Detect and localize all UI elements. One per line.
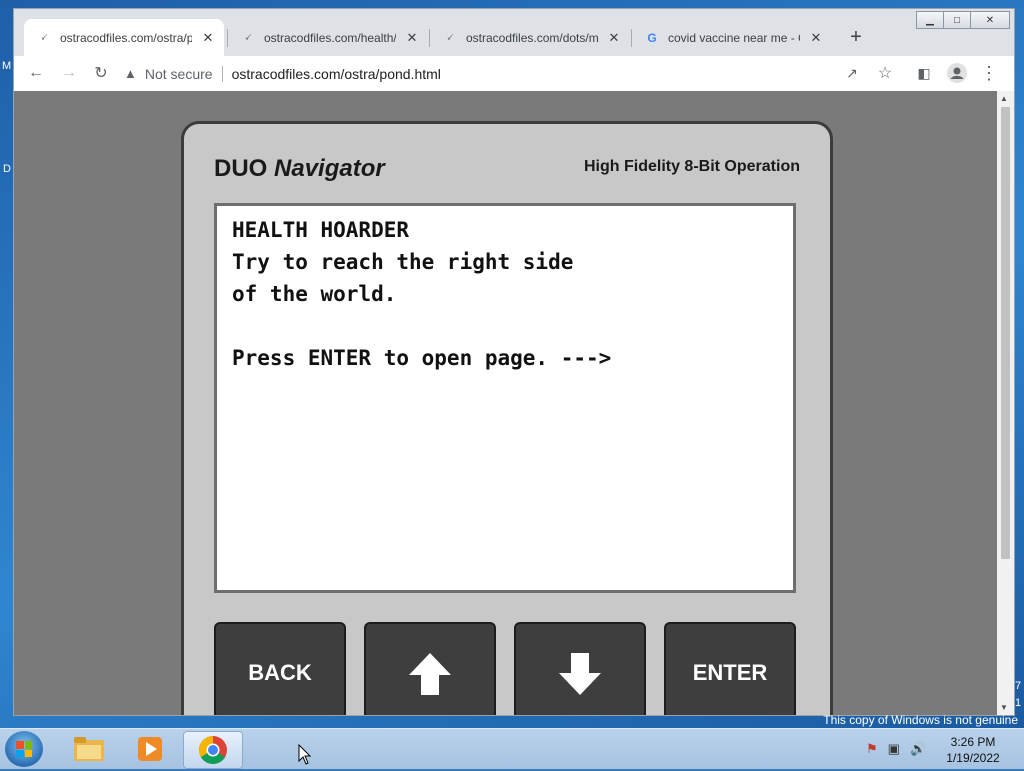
device-keypad: BACK ENTER [214,622,798,715]
desktop-icon-label: M [2,60,12,72]
folder-icon [74,737,104,761]
clock-time: 3:26 PM [950,735,996,749]
tab-title: ostracodfiles.com/dots/m [466,30,598,45]
tab-favicon-icon: 🗸 [39,30,49,44]
tab-dots[interactable]: 🗸 ostracodfiles.com/dots/m ✕ [430,19,630,56]
action-center-icon[interactable]: ⚑ [866,741,878,757]
back-key[interactable]: BACK [214,622,346,715]
chrome-taskbar-button[interactable] [183,731,243,769]
tab-favicon-icon: 🗸 [445,30,455,44]
explorer-taskbar-button[interactable] [60,731,118,767]
scroll-down-icon[interactable]: ▼ [1000,703,1008,712]
minimize-button[interactable]: ▁ [916,11,944,29]
security-label[interactable]: Not secure [145,66,213,82]
brand-prefix: DUO [214,155,268,182]
tab-close-icon[interactable]: ✕ [404,30,420,46]
tab-covid-search[interactable]: G covid vaccine near me - G ✕ [632,19,832,56]
desktop-icon-label: 1 [1015,697,1022,709]
profile-avatar-icon[interactable] [945,61,969,85]
tab-close-icon[interactable]: ✕ [808,30,824,46]
device-screen: HEALTH HOARDER Try to reach the right si… [214,203,796,593]
tab-title: ostracodfiles.com/ostra/p [60,30,192,45]
down-key[interactable] [514,622,646,715]
enter-key[interactable]: ENTER [664,622,796,715]
new-tab-button[interactable]: + [844,25,868,49]
bookmark-star-icon[interactable]: ☆ [873,61,897,85]
scroll-up-icon[interactable]: ▲ [1000,94,1008,103]
taskbar-clock[interactable]: 3:26 PM 1/19/2022 [930,734,1016,766]
browser-menu-icon[interactable]: ⋮ [977,61,1001,85]
close-window-button[interactable]: ✕ [970,11,1010,29]
page-content: DUO Navigator High Fidelity 8-Bit Operat… [14,91,997,715]
page-scrollbar[interactable]: ▲ ▼ [997,91,1014,715]
warning-triangle-icon[interactable]: ▲ [124,66,137,81]
system-tray: ⚑ ▣ 🔊 [866,741,926,757]
tab-pond[interactable]: 🗸 ostracodfiles.com/ostra/p ✕ [24,19,224,56]
media-player-taskbar-button[interactable] [121,731,179,767]
tab-title: ostracodfiles.com/health/l [264,30,396,45]
device-brand: DUO Navigator [214,155,385,183]
duo-navigator-device: DUO Navigator High Fidelity 8-Bit Operat… [181,121,833,715]
browser-toolbar: ← → ↻ ▲ Not secure ostracodfiles.com/ost… [14,56,1014,91]
clock-date: 1/19/2022 [946,751,1000,765]
tab-title: covid vaccine near me - G [668,30,800,45]
windows-logo-icon [16,741,32,757]
desktop-icon-label: 7 [1015,680,1022,692]
network-icon[interactable]: ▣ [888,741,900,757]
arrow-up-icon [409,653,451,695]
windows-genuine-notice: This copy of Windows is not genuine [823,713,1018,727]
screen-instruction: Press ENTER to open page. ---> [232,346,612,370]
browser-window: 🗸 ostracodfiles.com/ostra/p ✕ 🗸 ostracod… [13,8,1015,716]
back-arrow-icon[interactable]: ← [24,61,48,85]
screen-text-line: Try to reach the right side [232,250,574,274]
taskbar: ⚑ ▣ 🔊 3:26 PM 1/19/2022 [0,728,1024,769]
desktop-icon-label: D [3,163,11,175]
tab-health[interactable]: 🗸 ostracodfiles.com/health/l ✕ [228,19,428,56]
brand-name: Navigator [274,155,385,182]
screen-text-line: of the world. [232,282,397,306]
address-bar[interactable]: ▲ Not secure ostracodfiles.com/ostra/pon… [124,60,884,87]
arrow-down-icon [559,653,601,695]
pointer-icon [298,743,312,765]
tab-close-icon[interactable]: ✕ [200,30,216,46]
scroll-thumb[interactable] [1001,107,1010,559]
google-favicon-icon: G [647,30,657,45]
chrome-icon [199,736,227,764]
forward-arrow-icon[interactable]: → [57,61,81,85]
back-key-label: BACK [248,660,312,685]
enter-key-label: ENTER [692,660,768,685]
tab-close-icon[interactable]: ✕ [606,30,622,46]
tab-strip: 🗸 ostracodfiles.com/ostra/p ✕ 🗸 ostracod… [14,9,1014,57]
side-panel-icon[interactable]: ◧ [912,61,936,85]
url-text[interactable]: ostracodfiles.com/ostra/pond.html [232,66,441,82]
omnibox-divider [221,65,223,82]
maximize-button[interactable]: □ [943,11,971,29]
up-key[interactable] [364,622,496,715]
tab-favicon-icon: 🗸 [243,30,253,44]
media-player-icon [138,737,162,761]
screen-title: HEALTH HOARDER [232,218,410,242]
volume-icon[interactable]: 🔊 [910,741,926,757]
start-button[interactable] [5,731,43,767]
reload-icon[interactable]: ↻ [89,61,113,85]
device-tagline: High Fidelity 8-Bit Operation [583,158,800,175]
share-icon[interactable]: ↗ [840,61,864,85]
